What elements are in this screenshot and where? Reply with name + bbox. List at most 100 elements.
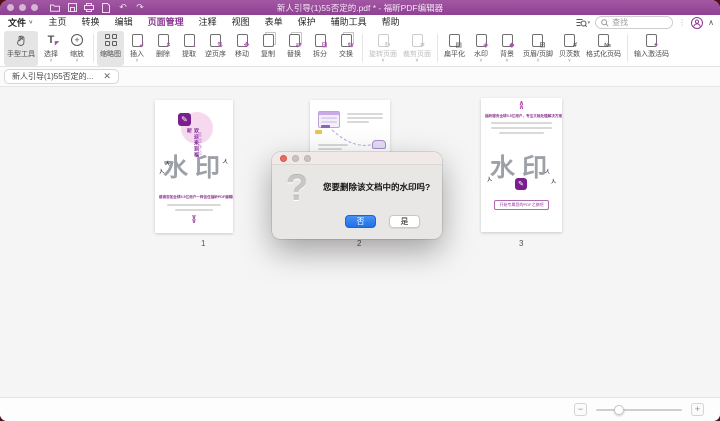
close-tab-icon[interactable]: ✕ [103,72,111,81]
replace-page-button[interactable]: ⇄ 替换 ˅ [281,31,307,66]
page-number-2: 2 [357,239,361,248]
search-icon [601,19,609,27]
foxit-logo-icon: ✎ [515,178,527,190]
extract-page-button[interactable]: ↓ 提取 ˅ [176,31,202,66]
zoom-window-button[interactable] [31,4,38,11]
bates-number-button[interactable]: # 贝茨数 ˅ [556,31,583,66]
menu-file[interactable]: 文件 ˅ [8,16,33,29]
activation-code-icon: ✦ [646,33,657,48]
chevron-down-icon: ∨∨ [155,216,233,224]
bates-number-icon: # [564,33,575,48]
chevron-down-icon: ˅ [29,20,33,26]
body-text-line [347,117,383,119]
people-figure: 人 [551,178,557,185]
more-options-icon[interactable]: ⋮ [678,18,686,27]
split-page-button[interactable]: ⊟ 拆分 ˅ [307,31,333,66]
crop-page-icon: ⌗ [412,33,423,48]
menu-item-edit[interactable]: 编辑 [115,14,133,32]
enter-activation-code-button[interactable]: ✦ 输入激活码 ˅ [631,31,672,66]
menu-item-help[interactable]: 帮助 [382,14,400,32]
dialog-message: 您要删除该文档中的水印吗? [323,181,430,193]
chevron-down-icon: ˅ [136,59,139,64]
close-window-button[interactable] [7,4,14,11]
chevron-down-icon: ˅ [76,59,79,64]
question-mark-icon: ? [286,170,308,206]
menu-item-page-management[interactable]: 页面管理 [148,14,184,32]
toolbar-divider [437,34,438,62]
quick-access-toolbar: ↶ ↷ [50,3,145,13]
move-page-icon: ✥ [237,33,248,48]
search-input[interactable]: 查找 [595,16,673,29]
reverse-page-order-button[interactable]: ⇅ 逆页序 ˅ [202,31,229,66]
cloud-illustration [372,140,386,149]
thumbnail-panel: ✎ 欢迎来到福昕 高效办公 水印 人 人 人 感谢您如全球5.5亿用户一样信任福… [0,87,720,397]
chevron-down-icon: ˅ [568,59,571,64]
redo-icon[interactable]: ↷ [135,3,145,13]
page-thumbnail-1[interactable]: ✎ 欢迎来到福昕 高效办公 水印 人 人 人 感谢您如全球5.5亿用户一样信任福… [155,100,233,233]
body-text-line [347,113,383,115]
zoom-tool-button[interactable]: + 缩放 ˅ [64,31,90,66]
header-footer-button[interactable]: ⊞ 页眉/页脚 ˅ [520,31,556,66]
no-button[interactable]: 否 [345,215,376,228]
body-text-line [499,132,544,134]
toolbar-group-activation: ✦ 输入激活码 ˅ [631,31,672,66]
dialog-close-button[interactable] [280,155,287,162]
document-tabbar: 新人引导(1)55否定的... ✕ [0,67,720,87]
chevron-down-icon: ˅ [506,59,509,64]
move-page-button[interactable]: ✥ 移动 ˅ [229,31,255,66]
format-page-number-button[interactable]: № 格式化页码 ˅ [583,31,624,66]
search-settings-icon [576,18,587,28]
thanks-line: 感谢您如全球5.5亿用户一样信任福昕PDF编辑器 [159,194,229,199]
body-text-line [318,148,342,150]
select-tool-button[interactable]: T◤ 选择 ˅ [38,31,64,66]
zoom-slider-knob[interactable] [614,405,624,415]
menu-item-view[interactable]: 视图 [232,14,250,32]
toolbar-divider [93,34,94,62]
extract-page-icon: ↓ [184,33,195,48]
yes-button[interactable]: 是 [389,215,420,228]
body-text-line [491,122,552,124]
open-file-icon[interactable] [50,3,60,13]
page-thumbnail-3[interactable]: ∧∧ 福昕服务全球5.5亿用户，专注文档处理解决方案。 水印 ✎ 人 人 人 开… [481,98,562,232]
account-avatar[interactable] [691,17,703,29]
people-figure: 人 [486,176,492,184]
copy-page-button[interactable]: 复制 ˅ [255,31,281,66]
save-icon[interactable] [67,3,77,13]
background-button[interactable]: ◆ 背景 ˅ [494,31,520,66]
delete-page-button[interactable]: × 删除 ˅ [150,31,176,66]
menubar: 文件 ˅ 主页 转换 编辑 页面管理 注释 视图 表单 保护 辅助工具 帮助 ▾ [0,15,720,30]
swap-page-button[interactable]: ⇆ 交换 ˅ [333,31,359,66]
zoom-out-button[interactable]: − [574,403,587,416]
advanced-search-button[interactable]: ▾ [576,18,591,28]
menu-item-form[interactable]: 表单 [265,14,283,32]
chevron-down-icon: ˅ [50,59,53,64]
dialog-zoom-button [304,155,311,162]
watermark-icon: ◈ [476,33,487,48]
format-page-number-icon: № [598,33,609,48]
new-document-icon[interactable] [101,3,111,13]
minimize-window-button[interactable] [19,4,26,11]
flatten-button[interactable]: ▤ 扁平化 ˅ [441,31,468,66]
menu-item-comment[interactable]: 注释 [199,14,217,32]
insert-page-button[interactable]: ↲ 插入 ˅ [124,31,150,66]
traffic-lights [7,4,38,11]
watermark-text: 水印 [163,148,227,184]
menu-item-home[interactable]: 主页 [49,14,67,32]
print-icon[interactable] [84,3,94,13]
chevron-down-icon: ˅ [480,59,483,64]
undo-icon[interactable]: ↶ [118,3,128,13]
rotate-page-button: ↻ 旋转页面 ˅ [366,31,400,66]
people-figure: 人 [165,160,171,168]
thumbnails-button[interactable]: 缩略图 ˅ [97,31,124,66]
dialog-buttons: 否 是 [345,215,420,228]
watermark-button[interactable]: ◈ 水印 ˅ [468,31,494,66]
document-tab[interactable]: 新人引导(1)55否定的... ✕ [4,69,119,84]
zoom-slider[interactable] [596,409,682,411]
hand-tool-button[interactable]: 手型工具 ˅ [4,31,38,66]
zoom-icon: + [71,33,83,48]
menu-item-protect[interactable]: 保护 [298,14,316,32]
zoom-in-button[interactable]: + [691,403,704,416]
menu-item-convert[interactable]: 转换 [82,14,100,32]
menu-item-accessibility[interactable]: 辅助工具 [331,14,367,32]
collapse-ribbon-icon[interactable]: ∧ [708,18,714,27]
